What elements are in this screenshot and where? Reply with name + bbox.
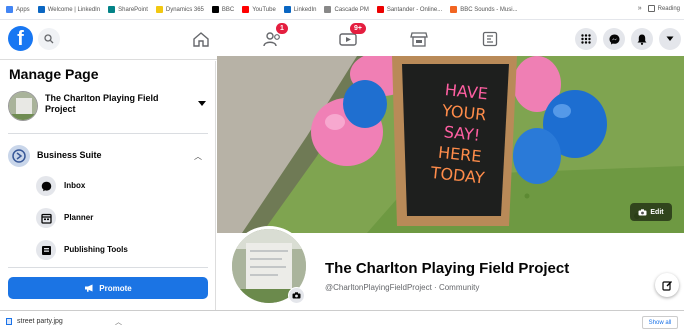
sidebar-title: Manage Page — [9, 66, 99, 82]
page-switcher[interactable]: The Charlton Playing Field Project — [8, 91, 208, 125]
messenger-icon — [609, 34, 619, 44]
top-navigation: f 1 9+ — [0, 20, 684, 60]
camera-icon — [292, 292, 301, 299]
youtube-icon — [242, 6, 250, 13]
marketplace-icon — [410, 32, 428, 47]
business-suite-row[interactable]: Business Suite ︿ — [8, 145, 208, 169]
manage-page-sidebar: Manage Page The Charlton Playing Field P… — [0, 61, 216, 310]
show-all-button[interactable]: Show all — [642, 316, 678, 329]
bookmark-santander[interactable]: Santander - Online... — [376, 6, 442, 13]
reading-list-icon — [647, 5, 655, 12]
promote-label: Promote — [99, 283, 132, 293]
facebook-logo[interactable]: f — [8, 26, 33, 51]
bookmarks-bar: Apps Welcome | LinkedIn SharePoint Dynam… — [0, 0, 684, 20]
edit-pencil-icon — [661, 280, 672, 291]
business-suite-icon — [8, 145, 30, 167]
friends-badge: 1 — [276, 23, 288, 34]
edit-cover-button[interactable]: Edit — [630, 203, 672, 221]
sidebar-item-inbox[interactable]: Inbox — [36, 176, 206, 198]
chevron-up-icon[interactable]: ︿ — [194, 151, 202, 162]
caret-down-icon[interactable] — [198, 101, 206, 106]
grid-menu-icon — [581, 34, 591, 44]
promote-button[interactable]: Promote — [8, 277, 208, 299]
download-item[interactable]: street party.jpg — [6, 318, 63, 325]
divider — [8, 267, 208, 268]
chalk-sign-text: HAVE YOUR SAY! HERE TODAY — [412, 77, 512, 191]
groups-tab[interactable] — [475, 26, 505, 52]
publishing-tools-icon — [36, 240, 56, 260]
watch-badge: 9+ — [350, 23, 366, 34]
reading-list[interactable]: Reading — [647, 5, 680, 12]
bbc-sounds-icon — [450, 6, 458, 13]
santander-icon — [376, 6, 384, 13]
bookmark-bbc-sounds[interactable]: BBC Sounds - Musi... — [450, 6, 518, 13]
bookmark-linkedin-welcome[interactable]: Welcome | LinkedIn — [37, 6, 100, 13]
bookmark-bbc[interactable]: BBC — [211, 6, 234, 13]
calendar-icon — [36, 208, 56, 228]
download-bar: street party.jpg ︿ Show all — [0, 310, 684, 333]
watch-tab[interactable]: 9+ — [333, 23, 366, 52]
account-button[interactable] — [659, 28, 681, 50]
search-icon — [44, 34, 54, 44]
business-suite-label: Business Suite — [37, 150, 102, 160]
page-thumbnail — [8, 91, 38, 121]
sidebar-item-label: Publishing Tools — [64, 245, 128, 254]
bbc-icon — [211, 6, 219, 13]
cascade-icon — [324, 6, 332, 13]
bookmark-youtube[interactable]: YouTube — [242, 6, 276, 13]
chevron-up-icon[interactable]: ︿ — [115, 317, 122, 327]
update-profile-photo-button[interactable] — [288, 287, 305, 304]
bookmark-apps[interactable]: Apps — [6, 6, 30, 13]
chat-bubble-icon — [36, 176, 56, 196]
page-photo — [9, 92, 37, 120]
image-file-icon — [6, 318, 12, 325]
sidebar-item-label: Planner — [64, 213, 94, 222]
bell-icon — [637, 34, 647, 45]
camera-icon — [638, 208, 647, 215]
download-file-name: street party.jpg — [17, 318, 63, 325]
divider — [8, 133, 208, 134]
sidebar-item-publishing-tools[interactable]: Publishing Tools — [36, 240, 206, 262]
page-title: The Charlton Playing Field Project — [325, 260, 570, 277]
caret-down-icon — [666, 36, 674, 41]
page-name: The Charlton Playing Field Project — [45, 93, 159, 114]
edit-label: Edit — [650, 208, 664, 216]
chevron-more-icon[interactable]: » — [638, 5, 642, 12]
sidebar-item-label: Inbox — [64, 181, 86, 190]
sharepoint-icon — [108, 6, 116, 13]
apps-icon — [6, 6, 13, 13]
dynamics-icon — [155, 6, 163, 13]
groups-icon — [482, 31, 498, 47]
cover-photo[interactable]: HAVE YOUR SAY! HERE TODAY — [217, 56, 684, 233]
home-icon — [193, 32, 209, 47]
friends-tab[interactable]: 1 — [258, 23, 288, 52]
marketplace-tab[interactable] — [404, 26, 434, 52]
bookmark-cascade[interactable]: Cascade PM — [324, 6, 369, 13]
sidebar-item-planner[interactable]: Planner — [36, 208, 206, 230]
bookmark-dynamics[interactable]: Dynamics 365 — [155, 6, 204, 13]
linkedin-icon — [37, 6, 45, 13]
compose-button[interactable] — [655, 273, 679, 297]
page-handle: @CharltonPlayingFieldProject · Community — [325, 283, 480, 292]
notifications-button[interactable] — [631, 28, 653, 50]
search-button[interactable] — [38, 28, 60, 50]
megaphone-icon — [85, 284, 93, 292]
messenger-button[interactable] — [603, 28, 625, 50]
home-tab[interactable] — [186, 26, 216, 52]
bookmark-sharepoint[interactable]: SharePoint — [108, 6, 148, 13]
menu-button[interactable] — [575, 28, 597, 50]
linkedin-icon — [283, 6, 291, 13]
bookmark-linkedin[interactable]: LinkedIn — [283, 6, 316, 13]
